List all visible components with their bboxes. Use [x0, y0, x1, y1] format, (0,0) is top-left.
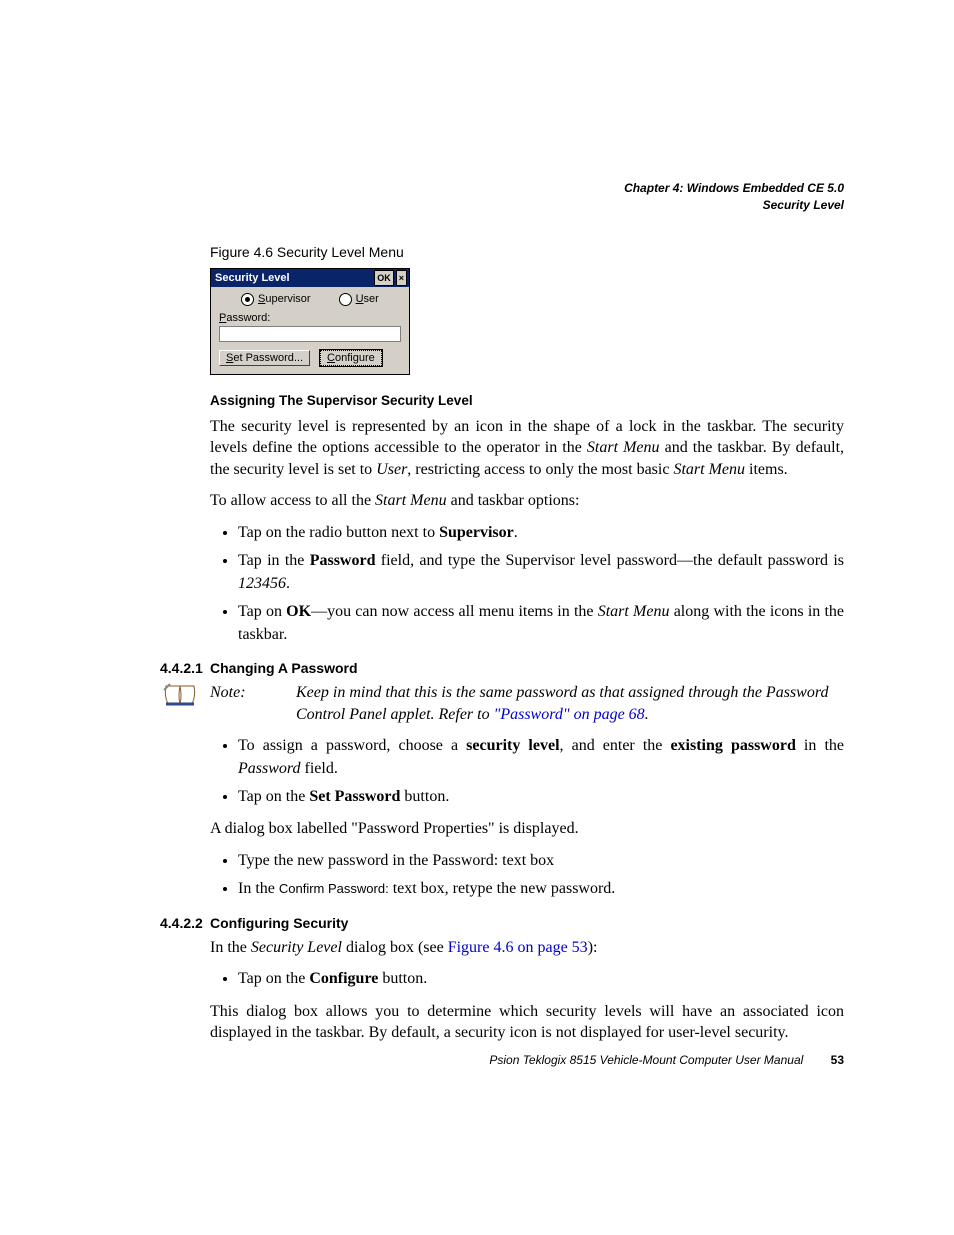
- paragraph: This dialog box allows you to determine …: [210, 1001, 844, 1044]
- page-footer: Psion Teklogix 8515 Vehicle-Mount Comput…: [489, 1053, 844, 1067]
- paragraph: A dialog box labelled "Password Properti…: [210, 818, 844, 840]
- figure-link[interactable]: Figure 4.6 on page 53: [448, 939, 588, 956]
- bullet-list: Tap on the radio button next to Supervis…: [210, 522, 844, 646]
- dialog-titlebar: Security Level OK ×: [211, 269, 409, 287]
- section-number: 4.4.2.2: [120, 915, 210, 931]
- security-level-dialog: Security Level OK × Supervisor User Pass…: [210, 268, 410, 375]
- supervisor-radio[interactable]: Supervisor: [241, 293, 311, 306]
- note-label: Note:: [210, 682, 296, 725]
- password-link[interactable]: "Password" on page 68: [494, 706, 645, 723]
- section-title: Configuring Security: [210, 915, 348, 931]
- section-number: 4.4.2.1: [120, 660, 210, 676]
- password-input[interactable]: [219, 326, 401, 342]
- configure-button[interactable]: Configure: [320, 350, 382, 366]
- heading-assigning: Assigning The Supervisor Security Level: [210, 393, 844, 408]
- ok-button[interactable]: OK: [374, 270, 394, 286]
- close-button[interactable]: ×: [396, 270, 407, 286]
- password-label: Password:: [219, 312, 401, 324]
- page-header: Chapter 4: Windows Embedded CE 5.0 Secur…: [120, 180, 844, 214]
- header-chapter: Chapter 4: Windows Embedded CE 5.0: [120, 180, 844, 197]
- set-password-button[interactable]: Set Password...: [219, 350, 310, 366]
- paragraph: The security level is represented by an …: [210, 416, 844, 481]
- paragraph: In the Security Level dialog box (see Fi…: [210, 937, 844, 959]
- figure-caption: Figure 4.6 Security Level Menu: [210, 244, 844, 260]
- bullet-list: Type the new password in the Password: t…: [210, 850, 844, 901]
- paragraph: To allow access to all the Start Menu an…: [210, 490, 844, 512]
- radio-icon: [339, 293, 352, 306]
- list-item: Type the new password in the Password: t…: [238, 850, 844, 872]
- page-number: 53: [831, 1053, 844, 1067]
- list-item: In the Confirm Password: text box, retyp…: [238, 878, 844, 900]
- list-item: Tap on the radio button next to Supervis…: [238, 522, 844, 544]
- list-item: Tap in the Password field, and type the …: [238, 550, 844, 595]
- user-radio[interactable]: User: [339, 293, 379, 306]
- header-section: Security Level: [120, 197, 844, 214]
- bullet-list: Tap on the Configure button.: [210, 968, 844, 990]
- bullet-list: To assign a password, choose a security …: [210, 735, 844, 808]
- dialog-title: Security Level: [215, 272, 372, 284]
- note-text: Keep in mind that this is the same passw…: [296, 682, 844, 725]
- note-icon: [160, 682, 200, 725]
- list-item: Tap on the Configure button.: [238, 968, 844, 990]
- footer-text: Psion Teklogix 8515 Vehicle-Mount Comput…: [489, 1053, 803, 1067]
- section-title: Changing A Password: [210, 660, 358, 676]
- list-item: To assign a password, choose a security …: [238, 735, 844, 780]
- list-item: Tap on the Set Password button.: [238, 786, 844, 808]
- radio-icon: [241, 293, 254, 306]
- list-item: Tap on OK—you can now access all menu it…: [238, 601, 844, 646]
